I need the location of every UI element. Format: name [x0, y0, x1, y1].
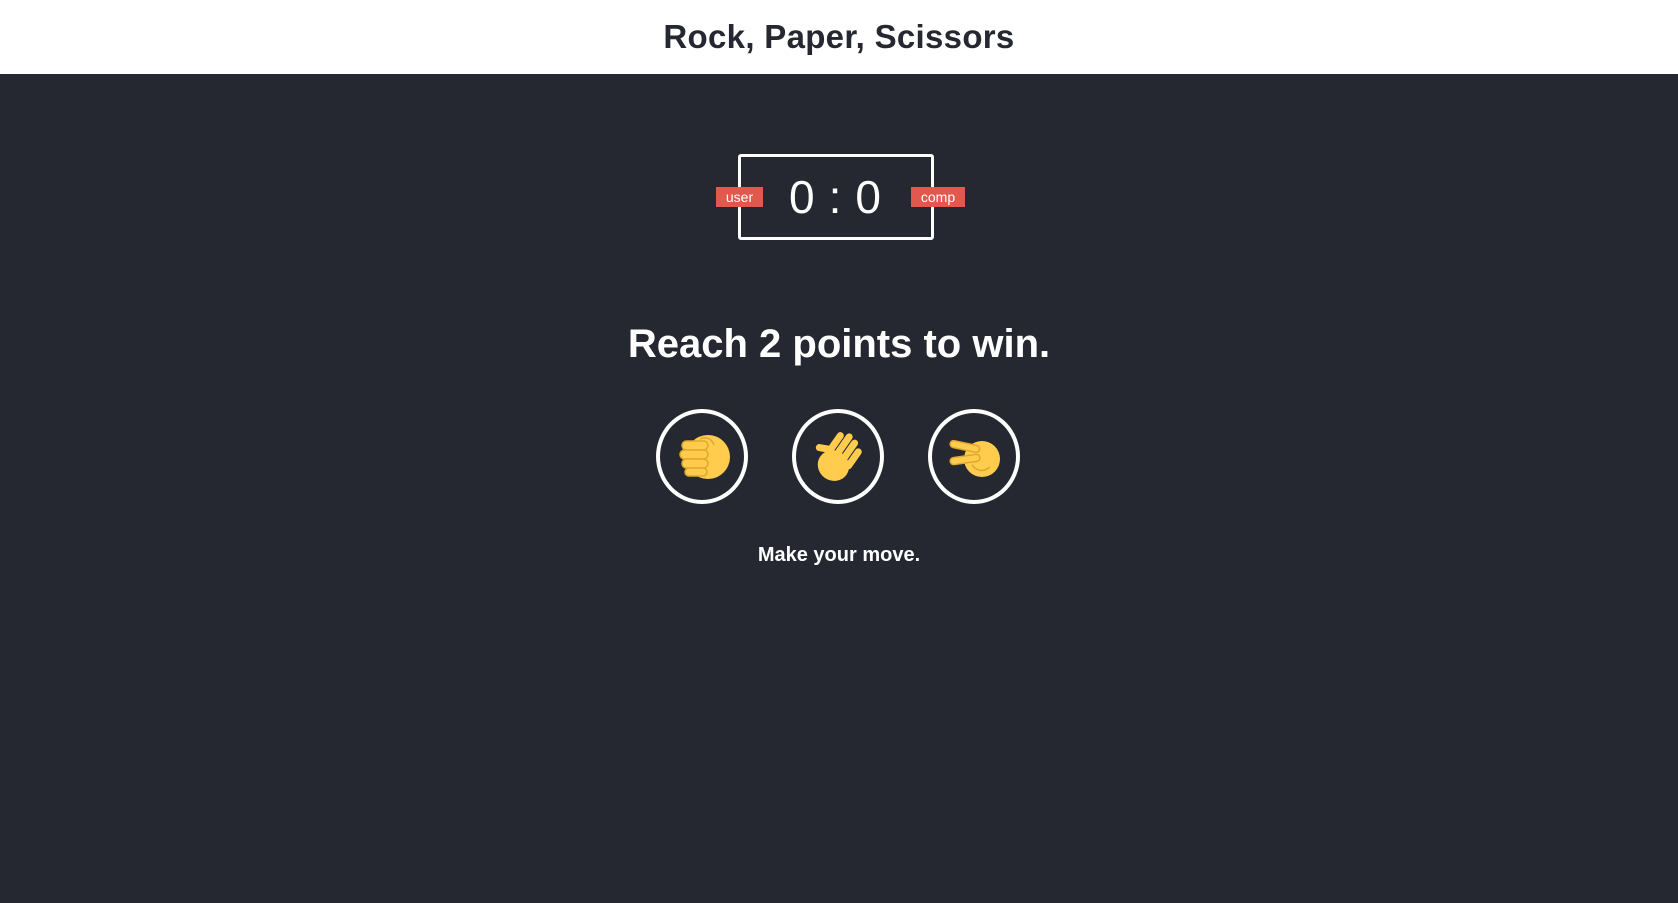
paper-button[interactable] [792, 409, 884, 504]
comp-badge: comp [911, 187, 965, 207]
victory-hand-icon [949, 439, 1000, 477]
comp-score: 0 [855, 171, 883, 223]
user-badge: user [716, 187, 763, 207]
user-score: 0 [789, 171, 817, 223]
goal-text: Reach 2 points to win. [627, 322, 1051, 366]
header: Rock, Paper, Scissors [0, 0, 1678, 74]
raised-hand-icon [815, 431, 862, 481]
scissors-button[interactable] [928, 409, 1020, 504]
status-message: Make your move. [757, 544, 921, 566]
rock-button[interactable] [656, 409, 748, 504]
scoreboard: 0 : 0 [738, 154, 934, 240]
fist-icon [679, 434, 730, 479]
page-title: Rock, Paper, Scissors [663, 18, 1015, 55]
score-separator: : [828, 171, 844, 223]
